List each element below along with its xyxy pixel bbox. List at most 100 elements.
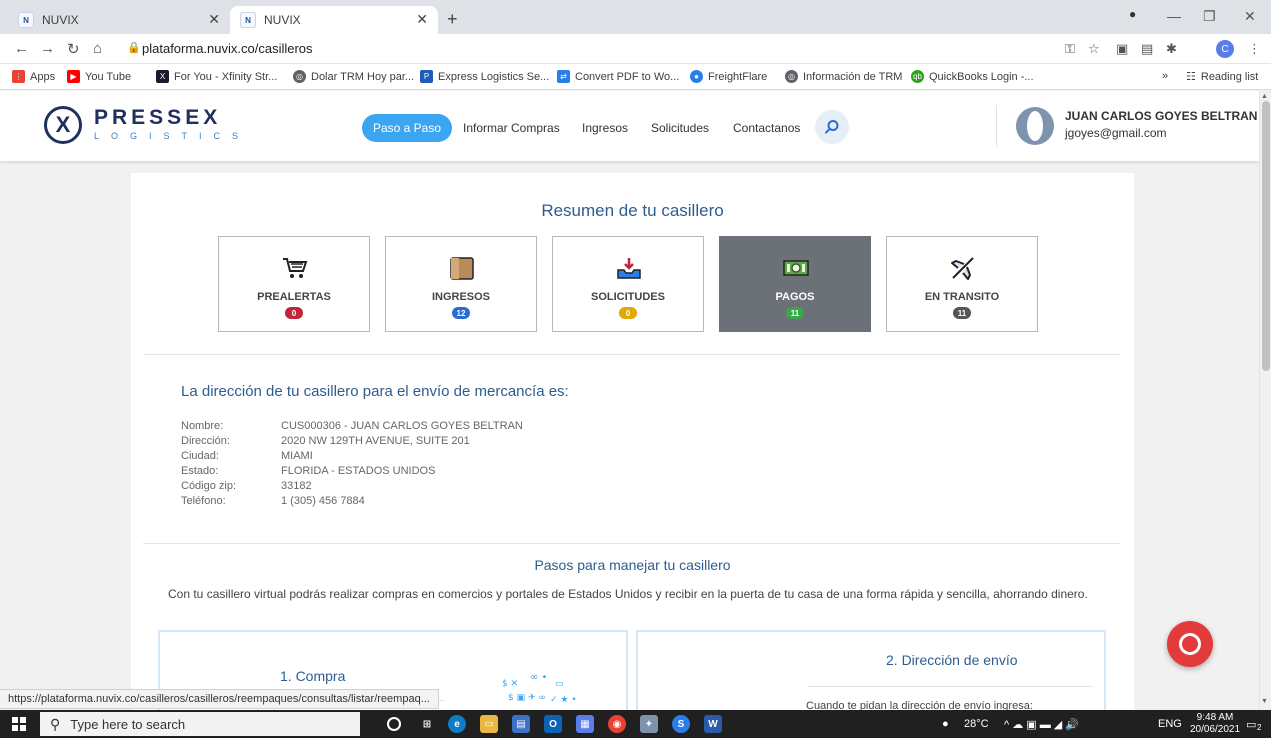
- app-2-icon[interactable]: ✦: [640, 715, 658, 733]
- browser-tab-2[interactable]: N NUVIX ✕: [230, 6, 438, 34]
- apps-grid-icon: ⋮: [12, 70, 25, 83]
- bookmark-freightflare[interactable]: ● FreightFlare: [690, 70, 767, 83]
- globe-icon: ◎: [785, 70, 798, 83]
- tile-en-transito[interactable]: EN TRANSITO 11: [886, 236, 1038, 332]
- convert-pdf-icon: ⇄: [557, 70, 570, 83]
- windows-start-icon[interactable]: [12, 717, 26, 731]
- task-view-icon[interactable]: ⊞: [418, 715, 436, 733]
- skype-icon[interactable]: S: [672, 715, 690, 733]
- express-logistics-icon: P: [420, 70, 433, 83]
- close-icon[interactable]: ✕: [208, 11, 220, 28]
- window-close-icon[interactable]: ✕: [1244, 8, 1256, 25]
- browser-tab-1[interactable]: N NUVIX ✕: [8, 6, 230, 34]
- close-icon[interactable]: ✕: [416, 11, 428, 28]
- step-divider: [808, 686, 1093, 687]
- package-box-icon: [448, 255, 476, 281]
- home-icon[interactable]: ⌂: [93, 40, 102, 57]
- maximize-icon[interactable]: ❐: [1203, 8, 1216, 25]
- bookmark-apps[interactable]: ⋮ Apps: [12, 70, 55, 83]
- tile-prealertas[interactable]: PREALERTAS 0: [218, 236, 370, 332]
- app-icon[interactable]: ▦: [576, 715, 594, 733]
- nav-contactanos[interactable]: Contactanos: [733, 121, 800, 135]
- edge-browser-icon[interactable]: e: [448, 715, 466, 733]
- bookmark-convert-pdf[interactable]: ⇄ Convert PDF to Wo...: [557, 70, 679, 83]
- file-explorer-icon[interactable]: ▭: [480, 715, 498, 733]
- tab-title: NUVIX: [42, 13, 79, 27]
- tile-pagos[interactable]: PAGOS 11: [719, 236, 871, 332]
- forward-arrow-icon[interactable]: →: [40, 40, 55, 57]
- weather-temp[interactable]: 28°C: [964, 718, 989, 730]
- bookmark-dolar-trm[interactable]: ◎ Dolar TRM Hoy par...: [293, 70, 414, 83]
- minimize-icon[interactable]: —: [1167, 8, 1181, 24]
- outlook-icon[interactable]: O: [544, 715, 562, 733]
- bookmarks-bar: ⋮ Apps ▶ You Tube X For You - Xfinity St…: [0, 64, 1271, 90]
- svg-text:✓ ★ •: ✓ ★ •: [550, 695, 577, 705]
- step-card-direccion: 2. Dirección de envío Cuando te pidan la…: [636, 630, 1106, 710]
- tile-ingresos[interactable]: INGRESOS 12: [385, 236, 537, 332]
- quickbooks-icon: qb: [911, 70, 924, 83]
- extensions-puzzle-icon[interactable]: ✱: [1166, 41, 1177, 57]
- extension-2-icon[interactable]: ▤: [1141, 41, 1153, 57]
- page-viewport: X PRESSEX LOGISTICS Paso a Paso Informar…: [0, 91, 1259, 710]
- pressex-logo-icon[interactable]: X: [44, 106, 82, 144]
- user-avatar[interactable]: [1016, 107, 1054, 145]
- page-scrollbar[interactable]: [1259, 91, 1271, 710]
- search-button[interactable]: [815, 110, 849, 144]
- new-tab-plus-icon[interactable]: +: [447, 9, 458, 30]
- bookmark-youtube[interactable]: ▶ You Tube: [67, 70, 131, 83]
- main-card: Resumen de tu casillero PREALERTAS 0 ING…: [131, 173, 1134, 710]
- lock-icon[interactable]: 🔒: [127, 41, 141, 54]
- chrome-icon[interactable]: ◉: [608, 715, 626, 733]
- search-icon: ⚲: [50, 715, 61, 732]
- extension-1-icon[interactable]: ▣: [1116, 41, 1128, 57]
- nav-solicitudes[interactable]: Solicitudes: [651, 121, 709, 135]
- store-icon[interactable]: ▤: [512, 715, 530, 733]
- notification-count: 2: [1257, 723, 1262, 732]
- tab-search-icon[interactable]: ●: [1129, 7, 1136, 21]
- word-icon[interactable]: W: [704, 715, 722, 733]
- user-name[interactable]: JUAN CARLOS GOYES BELTRAN: [1065, 109, 1257, 123]
- scroll-down-arrow-icon[interactable]: ▼: [1261, 698, 1268, 705]
- nav-informar-compras[interactable]: Informar Compras: [463, 121, 560, 135]
- scrollbar-thumb[interactable]: [1262, 101, 1270, 371]
- reload-icon[interactable]: ↻: [67, 40, 80, 58]
- bookmark-quickbooks[interactable]: qb QuickBooks Login -...: [911, 70, 1034, 83]
- section-divider: [143, 543, 1120, 544]
- tile-label: PAGOS: [775, 291, 815, 303]
- menu-dots-icon[interactable]: ⋮: [1248, 41, 1261, 57]
- logo-text[interactable]: PRESSEX: [94, 106, 221, 130]
- reading-list-button[interactable]: ☷ Reading list: [1186, 70, 1258, 84]
- bookmark-xfinity[interactable]: X For You - Xfinity Str...: [156, 70, 277, 83]
- back-arrow-icon[interactable]: ←: [14, 40, 29, 57]
- url-field[interactable]: plataforma.nuvix.co/casilleros: [142, 41, 313, 56]
- cortana-icon[interactable]: [387, 717, 401, 731]
- nav-paso-a-paso[interactable]: Paso a Paso: [362, 114, 452, 142]
- tile-label: INGRESOS: [431, 291, 491, 303]
- taskbar-clock[interactable]: 9:48 AM 20/06/2021: [1190, 712, 1240, 736]
- step-text: Cuando te pidan la dirección de envío in…: [806, 700, 1033, 710]
- shopping-cart-icon: [281, 255, 309, 281]
- key-icon[interactable]: ⚿: [1065, 41, 1075, 57]
- bookmark-star-icon[interactable]: ☆: [1088, 41, 1100, 57]
- language-indicator[interactable]: ENG: [1158, 718, 1182, 730]
- count-badge: 0: [619, 307, 637, 319]
- system-tray-icons[interactable]: ^ ☁ ▣ ▬ ◢ 🔊: [1004, 718, 1079, 731]
- freightflare-icon: ●: [690, 70, 703, 83]
- notifications-icon[interactable]: ▭: [1246, 718, 1256, 731]
- bookmark-express-logistics[interactable]: P Express Logistics Se...: [420, 70, 549, 83]
- chat-icon: [1179, 633, 1201, 655]
- weather-sun-icon[interactable]: ●: [942, 718, 949, 730]
- bookmark-informacion-trm[interactable]: ◎ Información de TRM: [785, 70, 902, 83]
- nav-ingresos[interactable]: Ingresos: [582, 121, 628, 135]
- scroll-up-arrow-icon[interactable]: ▲: [1261, 93, 1268, 100]
- airplane-icon: [949, 255, 977, 281]
- chat-button[interactable]: [1167, 621, 1213, 667]
- tile-solicitudes[interactable]: SOLICITUDES 0: [552, 236, 704, 332]
- taskbar-search-input[interactable]: ⚲ Type here to search: [40, 712, 360, 736]
- profile-avatar[interactable]: C: [1216, 40, 1234, 58]
- more-bookmarks-chevron-icon[interactable]: »: [1162, 70, 1168, 82]
- browser-address-bar: ← → ↻ ⌂ 🔒 plataforma.nuvix.co/casilleros…: [0, 34, 1271, 64]
- tile-label: EN TRANSITO: [924, 291, 1000, 303]
- tile-label: SOLICITUDES: [591, 291, 665, 303]
- steps-title: Pasos para manejar tu casillero: [534, 557, 731, 573]
